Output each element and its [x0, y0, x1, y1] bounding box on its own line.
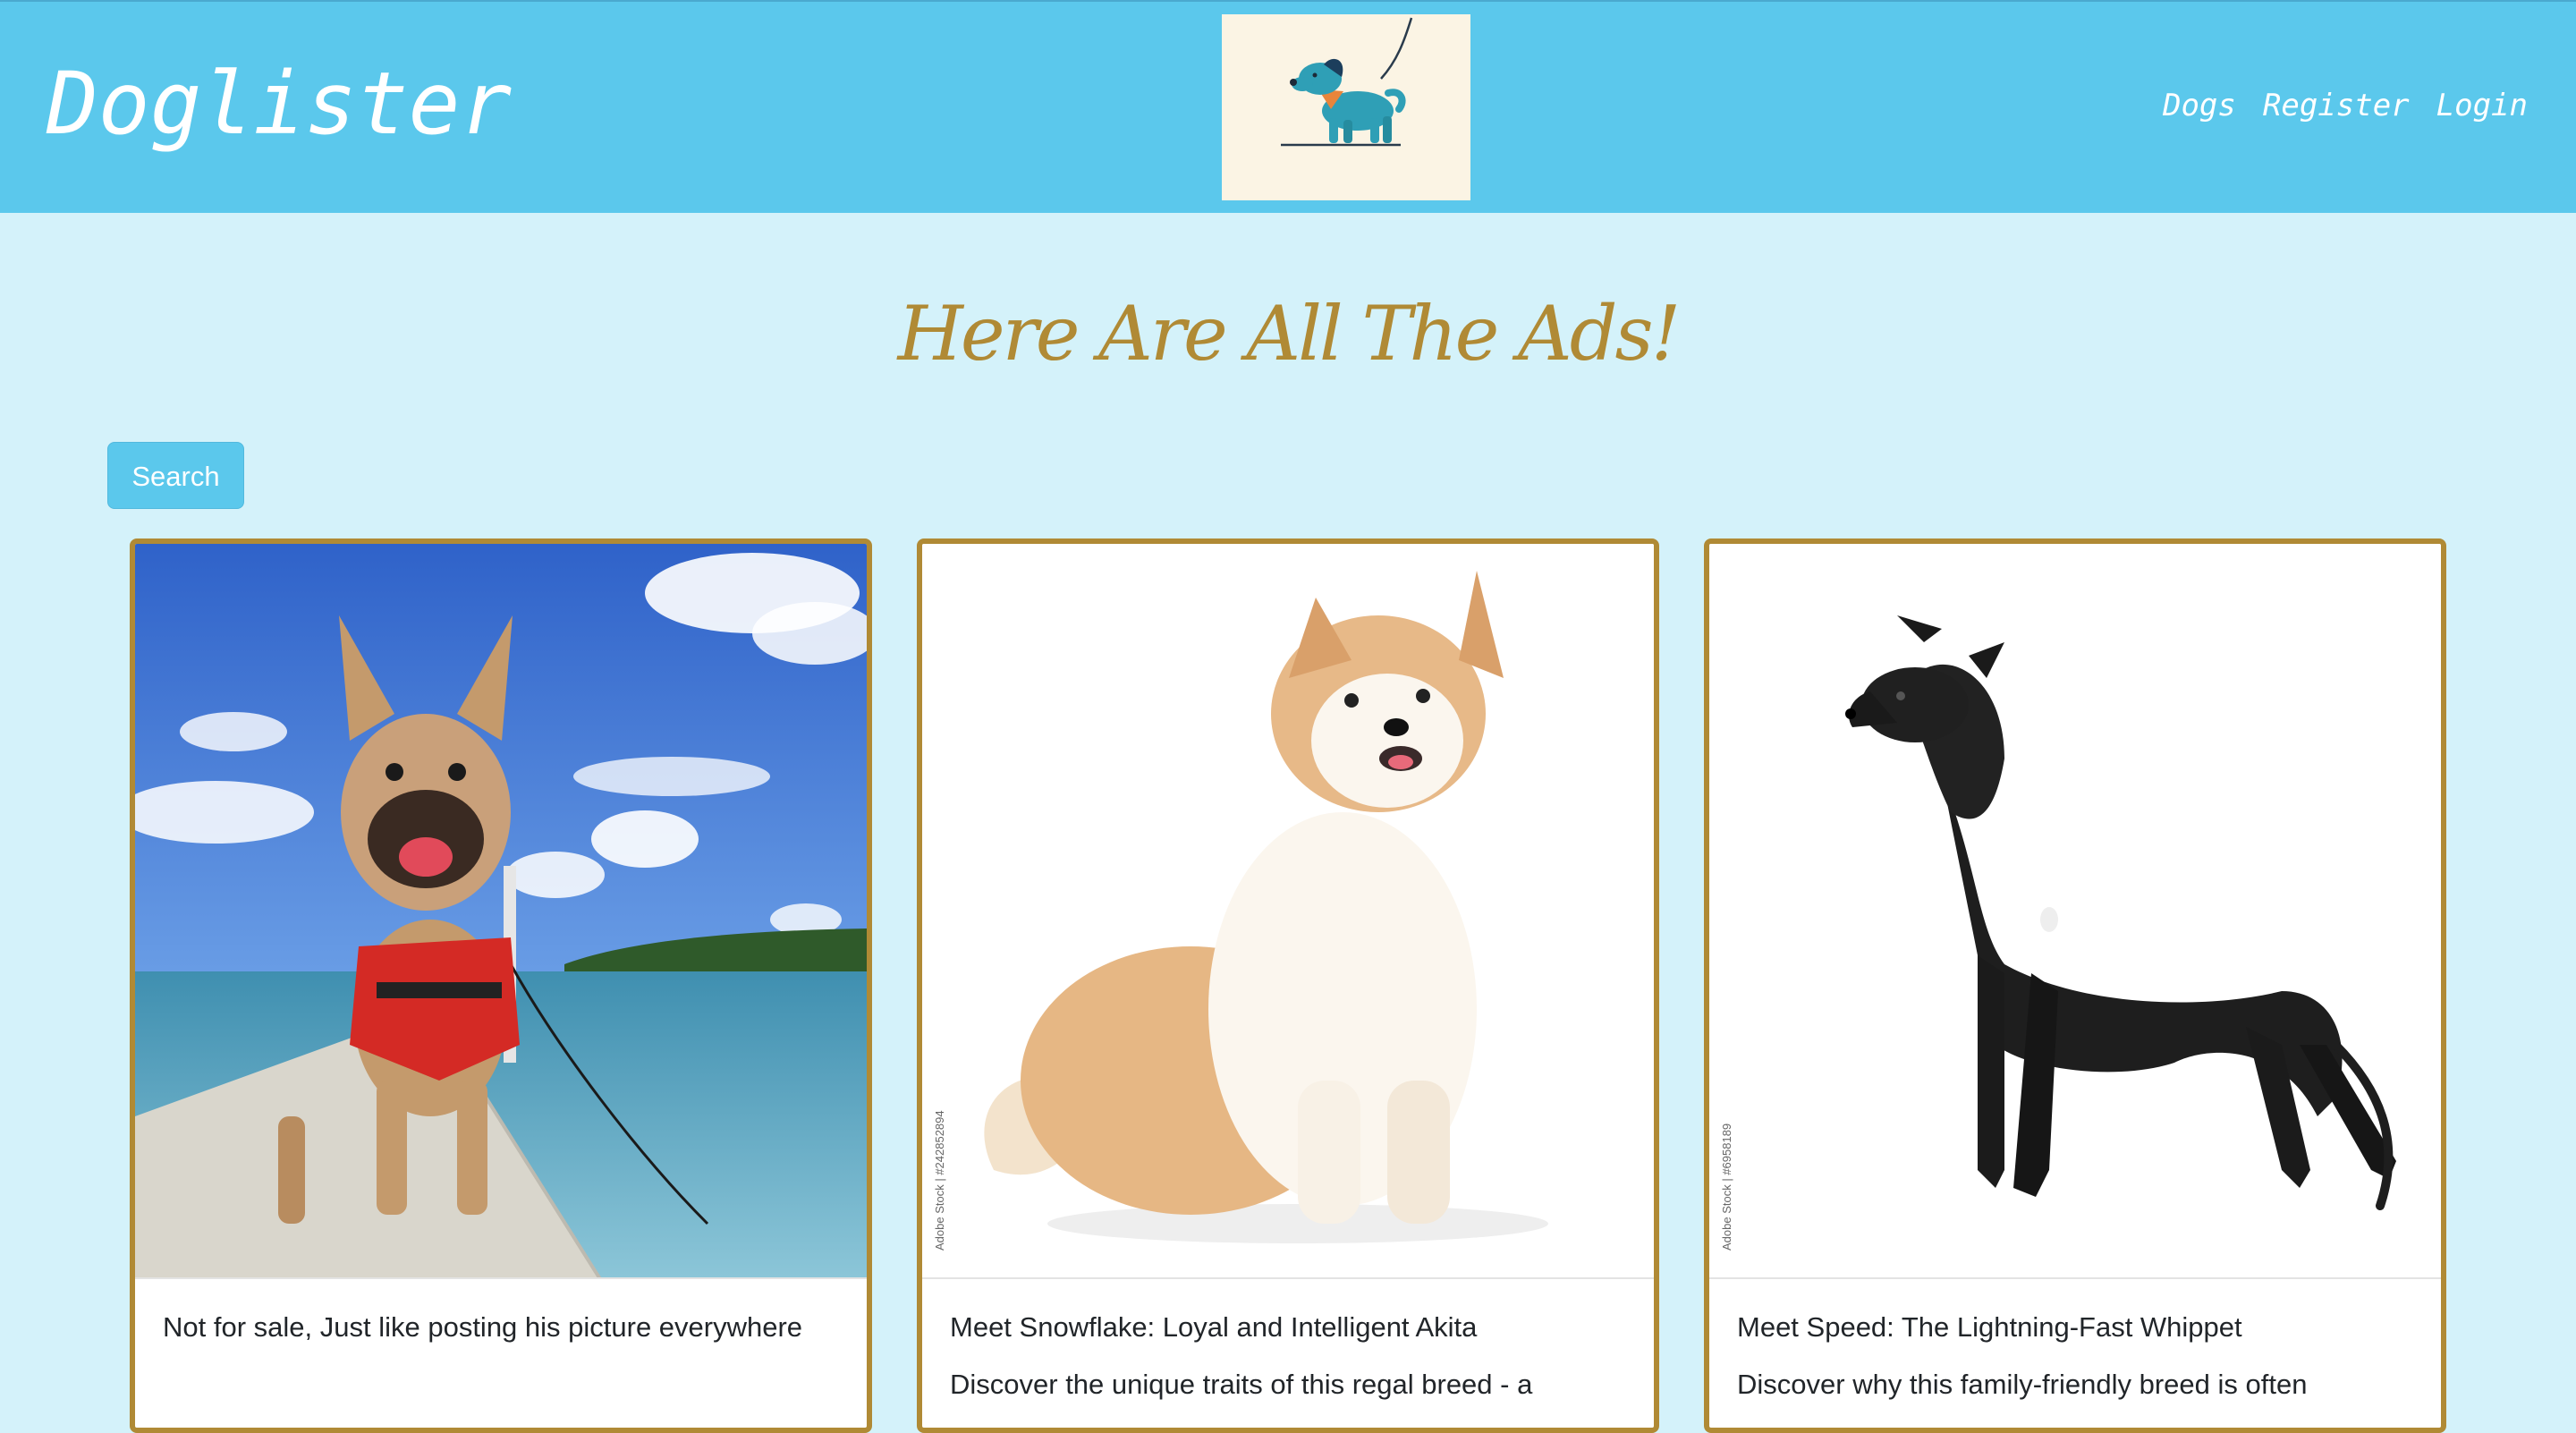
ad-description: Discover the unique traits of this regal…	[950, 1369, 1533, 1400]
brand-link[interactable]: Doglister	[47, 50, 512, 157]
search-button[interactable]: Search	[107, 442, 244, 509]
nav-link-register[interactable]: Register	[2263, 86, 2410, 125]
ad-title: Not for sale, Just like posting his pict…	[163, 1311, 803, 1343]
dog-logo[interactable]	[1222, 14, 1470, 200]
nav-links: Dogs Register Login	[2163, 86, 2528, 125]
dog-walking-illustration	[1222, 14, 1470, 200]
ad-card-body-3: Meet Speed: The Lightning-Fast Whippet D…	[1737, 1306, 2417, 1406]
navbar: Doglister Dogs Register Login	[0, 0, 2576, 213]
ad-description: Discover why this family-friendly breed …	[1737, 1369, 2308, 1400]
ad-image-akita[interactable]: Adobe Stock | #242852894	[922, 544, 1654, 1279]
ad-title: Meet Snowflake: Loyal and Intelligent Ak…	[950, 1311, 1478, 1343]
ad-card-2[interactable]: Adobe Stock | #242852894 Meet Snowflake:…	[917, 538, 1659, 1433]
stock-watermark: Adobe Stock | #6958189	[1720, 1123, 1733, 1251]
page-title: Here Are All The Ads!	[897, 290, 1682, 377]
ad-card-3[interactable]: Adobe Stock | #6958189 Meet Speed: The L…	[1704, 538, 2446, 1433]
stock-watermark: Adobe Stock | #242852894	[933, 1110, 946, 1251]
nav-link-dogs[interactable]: Dogs	[2163, 86, 2236, 125]
ad-card-body-1: Not for sale, Just like posting his pict…	[163, 1306, 843, 1349]
ad-title: Meet Speed: The Lightning-Fast Whippet	[1737, 1311, 2242, 1343]
ad-card-1[interactable]: Not for sale, Just like posting his pict…	[130, 538, 872, 1433]
ad-card-body-2: Meet Snowflake: Loyal and Intelligent Ak…	[950, 1306, 1630, 1406]
ad-image-french-bulldog[interactable]	[135, 544, 867, 1279]
nav-link-login[interactable]: Login	[2436, 86, 2528, 125]
ad-image-whippet[interactable]: Adobe Stock | #6958189	[1709, 544, 2441, 1279]
